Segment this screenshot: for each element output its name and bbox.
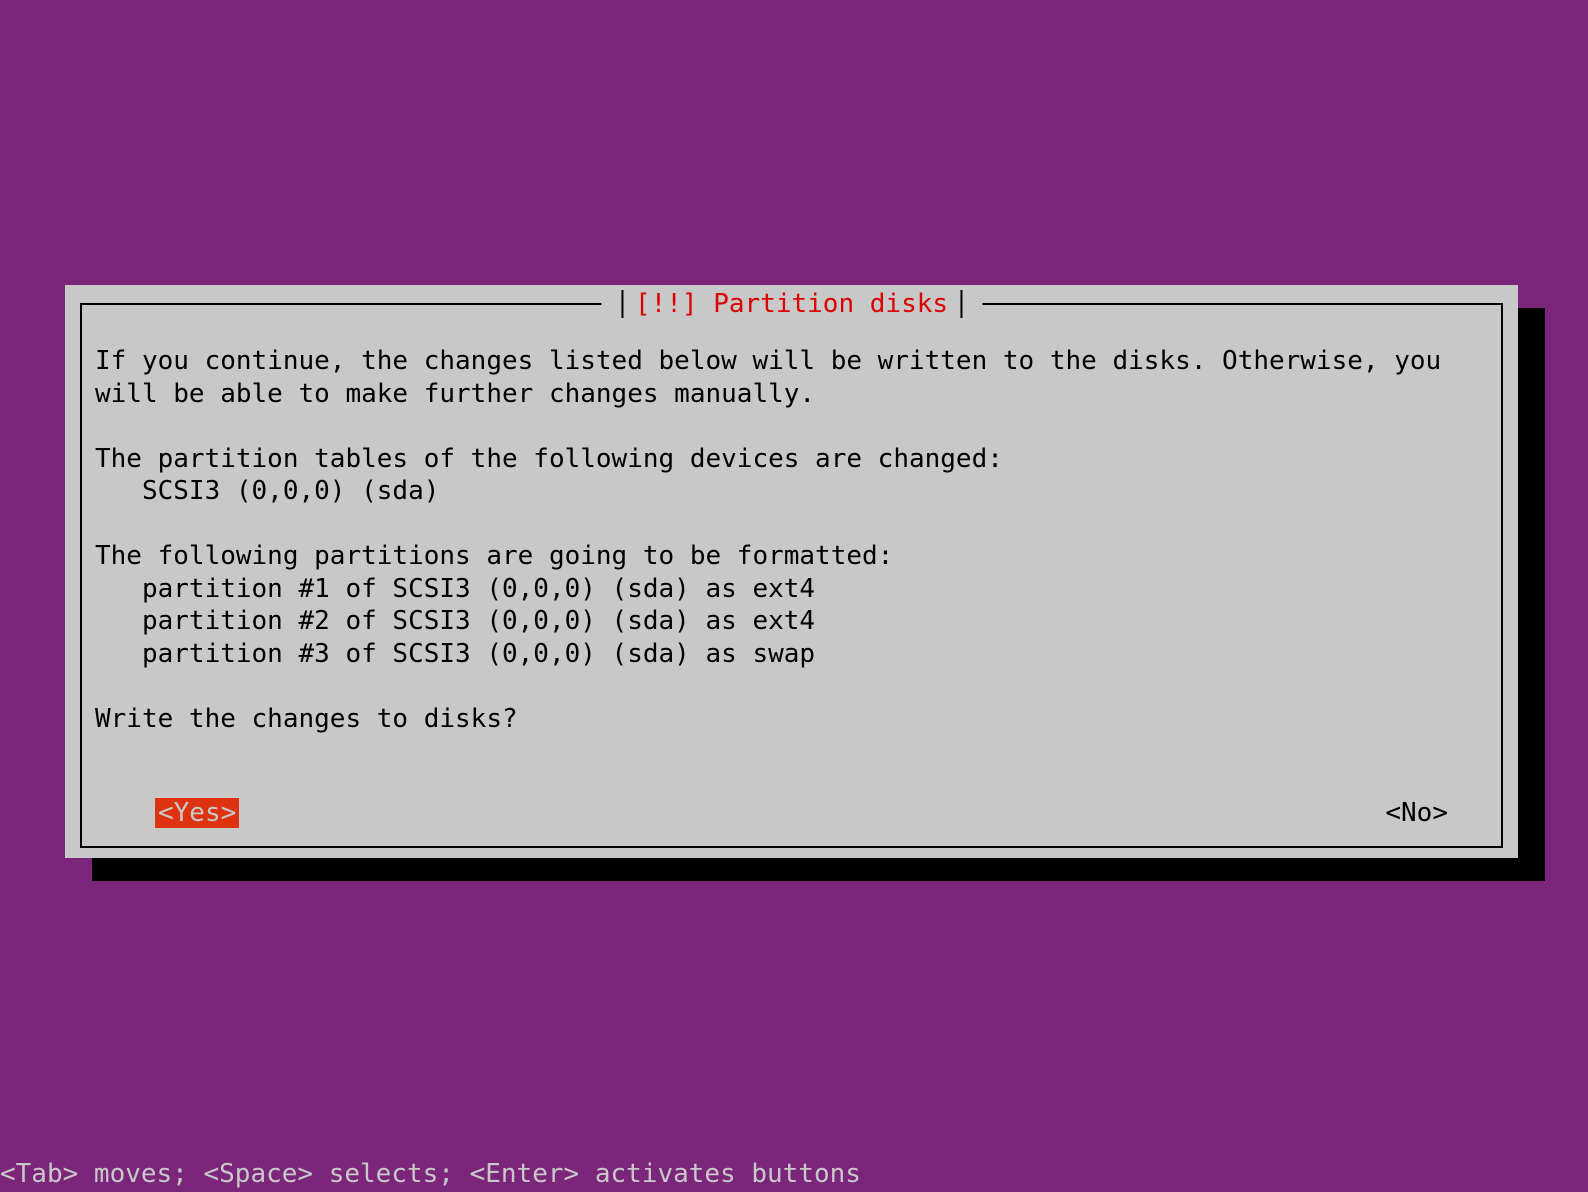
yes-button[interactable]: <Yes> (155, 798, 239, 828)
title-divider-icon (621, 290, 623, 318)
no-button[interactable]: <No> (1385, 798, 1448, 828)
partition-dialog: [!!] Partition disks If you continue, th… (65, 285, 1518, 858)
dialog-content: If you continue, the changes listed belo… (95, 345, 1488, 735)
dialog-text-line: partition #3 of SCSI3 (0,0,0) (sda) as s… (95, 638, 1488, 671)
dialog-text-line (95, 508, 1488, 541)
dialog-text-line: The following partitions are going to be… (95, 540, 1488, 573)
dialog-text-line: If you continue, the changes listed belo… (95, 345, 1488, 378)
dialog-text-line: The partition tables of the following de… (95, 443, 1488, 476)
dialog-text-line: partition #1 of SCSI3 (0,0,0) (sda) as e… (95, 573, 1488, 606)
dialog-text-line: partition #2 of SCSI3 (0,0,0) (sda) as e… (95, 605, 1488, 638)
dialog-text-line: Write the changes to disks? (95, 703, 1488, 736)
dialog-text-line: will be able to make further changes man… (95, 378, 1488, 411)
dialog-buttons: <Yes> <No> (95, 798, 1488, 828)
dialog-text-line (95, 670, 1488, 703)
dialog-border (80, 303, 82, 848)
dialog-title: [!!] Partition disks (635, 289, 948, 319)
dialog-text-line: SCSI3 (0,0,0) (sda) (95, 475, 1488, 508)
footer-hint: <Tab> moves; <Space> selects; <Enter> ac… (0, 1159, 1588, 1192)
dialog-text-line (95, 410, 1488, 443)
dialog-title-wrap: [!!] Partition disks (601, 290, 982, 318)
dialog-border (80, 846, 1503, 848)
dialog-border (1501, 303, 1503, 848)
title-divider-icon (960, 290, 962, 318)
